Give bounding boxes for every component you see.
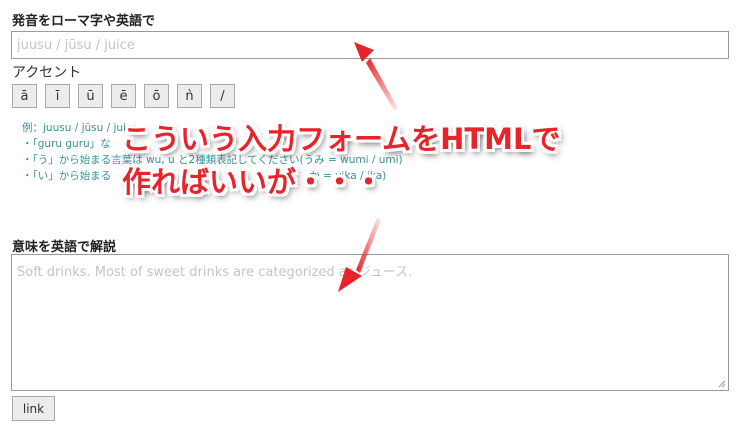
accent-a-macron-button[interactable]: ā [12, 84, 37, 108]
accent-o-macron-button[interactable]: ō [144, 84, 169, 108]
pronunciation-input[interactable] [11, 31, 729, 59]
meaning-label: 意味を英語で解説 [12, 240, 117, 255]
accent-n-grave-button[interactable]: ǹ [177, 84, 202, 108]
accent-label: アクセント [12, 65, 82, 81]
accent-slash-button[interactable]: / [210, 84, 235, 108]
meaning-textarea[interactable] [11, 254, 729, 391]
link-button[interactable]: link [12, 396, 55, 421]
annotation-line-2: 作ればいいが・・・ [122, 165, 384, 199]
accent-e-macron-button[interactable]: ē [111, 84, 136, 108]
hint-line-3-head: ・「い」から始まる [22, 170, 112, 182]
pronunciation-label: 発音をローマ字や英語で [12, 14, 156, 29]
accent-i-macron-button[interactable]: ī [45, 84, 70, 108]
accent-u-macron-button[interactable]: ū [78, 84, 103, 108]
accent-button-row: ā ī ū ē ō ǹ / [12, 84, 235, 108]
annotation-line-1: こういう入力フォームをHTMLで [122, 122, 561, 156]
